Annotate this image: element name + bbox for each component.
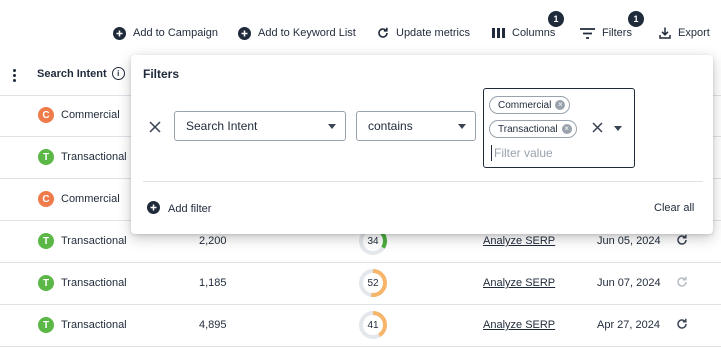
intent-badge: C — [38, 107, 54, 123]
plus-circle-icon — [147, 201, 160, 217]
filters-panel: Filters Search Intent contains Commercia… — [131, 55, 713, 234]
kd-value: 41 — [367, 319, 379, 331]
search-intent-cell: T Transactional — [38, 275, 127, 291]
plus-circle-icon — [113, 26, 126, 40]
chip-commercial[interactable]: Commercial × — [489, 96, 571, 114]
volume-cell: 4,895 — [199, 319, 227, 331]
search-intent-cell: C Commercial — [38, 107, 120, 123]
add-filter-button[interactable]: Add filter — [147, 201, 211, 217]
plus-circle-icon — [238, 26, 251, 40]
filters-label: Filters — [602, 27, 632, 39]
filters-count-badge: 1 — [628, 11, 644, 27]
refresh-icon[interactable] — [676, 234, 688, 249]
clear-values-close-icon[interactable] — [592, 122, 603, 136]
table-row: T Transactional 4,895 41 Analyze SERP Apr 27,… — [0, 305, 721, 347]
kd-value: 52 — [367, 277, 379, 289]
remove-filter-close-icon[interactable] — [149, 121, 161, 136]
search-intent-cell: C Commercial — [38, 191, 120, 207]
search-intent-cell: T Transactional — [38, 149, 127, 165]
chip-transactional[interactable]: Transactional × — [489, 120, 577, 138]
refresh-icon[interactable] — [676, 276, 688, 291]
add-filter-label: Add filter — [168, 203, 212, 215]
updated-date: Apr 27, 2024 — [597, 319, 660, 331]
caret-down-icon[interactable] — [614, 126, 622, 131]
updated-date: Jun 07, 2024 — [597, 277, 661, 289]
intent-label: Transactional — [61, 319, 127, 331]
intent-badge: T — [38, 233, 54, 249]
column-header-label: Search Intent — [37, 67, 107, 80]
volume-cell: 2,200 — [199, 235, 227, 247]
filter-field-select[interactable]: Search Intent — [174, 111, 346, 141]
columns-icon — [492, 28, 505, 38]
analyze-serp-link[interactable]: Analyze SERP — [483, 319, 555, 331]
table-row: T Transactional 1,185 52 Analyze SERP Jun 07,… — [0, 263, 721, 305]
search-intent-cell: T Transactional — [38, 317, 127, 333]
column-header-search-intent[interactable]: Search Intent i — [37, 67, 125, 80]
filter-value-multiselect[interactable]: Commercial × Transactional × — [483, 88, 635, 168]
kd-gauge: 41 — [358, 310, 388, 340]
intent-badge: T — [38, 317, 54, 333]
chip-remove-icon[interactable]: × — [561, 124, 572, 134]
toolbar: Add to Campaign Add to Keyword List Upda… — [0, 0, 721, 60]
volume-cell: 1,185 — [199, 277, 227, 289]
columns-label: Columns — [512, 27, 556, 39]
intent-label: Transactional — [61, 235, 127, 247]
updated-date: Jun 05, 2024 — [597, 235, 661, 247]
intent-label: Commercial — [61, 109, 120, 121]
update-metrics-label: Update metrics — [396, 27, 470, 39]
columns-button[interactable]: Columns 1 — [492, 11, 564, 42]
columns-count-badge: 1 — [548, 11, 564, 27]
chip-label: Commercial — [498, 99, 552, 111]
intent-badge: T — [38, 275, 54, 291]
add-to-campaign-label: Add to Campaign — [133, 27, 218, 39]
filters-panel-title: Filters — [143, 67, 180, 81]
intent-label: Commercial — [61, 193, 120, 205]
update-metrics-button[interactable]: Update metrics — [377, 24, 470, 42]
chip-remove-icon[interactable]: × — [555, 100, 566, 110]
export-label: Export — [678, 27, 710, 39]
export-button[interactable]: Export — [659, 24, 710, 42]
add-to-keyword-list-label: Add to Keyword List — [258, 27, 356, 39]
filter-field-value: Search Intent — [186, 119, 258, 133]
kebab-icon[interactable] — [13, 69, 16, 84]
kd-gauge: 52 — [358, 268, 388, 298]
export-icon — [659, 27, 671, 39]
panel-divider — [143, 181, 703, 182]
chip-label: Transactional — [498, 123, 558, 135]
caret-down-icon — [458, 124, 466, 129]
clear-all-button[interactable]: Clear all — [654, 202, 694, 214]
intent-label: Transactional — [61, 277, 127, 289]
intent-label: Transactional — [61, 151, 127, 163]
filter-operator-select[interactable]: contains — [356, 111, 476, 141]
info-icon[interactable]: i — [111, 67, 125, 80]
filter-value-input[interactable] — [491, 145, 584, 161]
intent-badge: T — [38, 149, 54, 165]
filter-operator-value: contains — [368, 119, 413, 133]
add-to-keyword-list-button[interactable]: Add to Keyword List — [238, 24, 356, 42]
analyze-serp-link[interactable]: Analyze SERP — [483, 277, 555, 289]
refresh-icon — [377, 27, 389, 39]
intent-badge: C — [38, 191, 54, 207]
analyze-serp-link[interactable]: Analyze SERP — [483, 235, 555, 247]
filters-button[interactable]: Filters 1 — [580, 11, 644, 42]
add-to-campaign-button[interactable]: Add to Campaign — [113, 24, 218, 42]
caret-down-icon — [328, 124, 336, 129]
search-intent-cell: T Transactional — [38, 233, 127, 249]
filter-icon — [580, 27, 595, 39]
refresh-icon[interactable] — [676, 318, 688, 333]
